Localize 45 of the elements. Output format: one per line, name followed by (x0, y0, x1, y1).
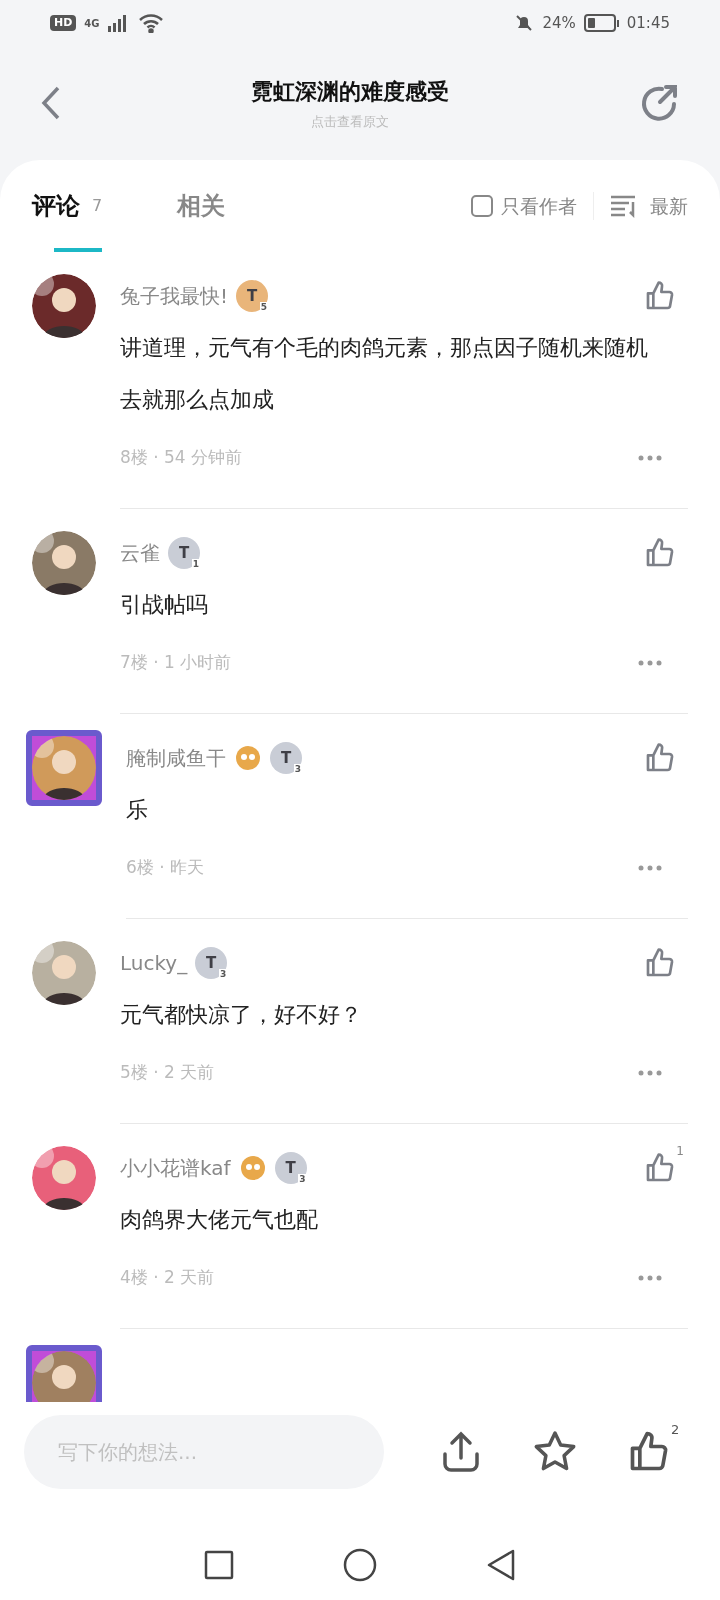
comment-text: 乐 (126, 796, 149, 824)
clock: 01:45 (626, 12, 670, 34)
tab[interactable]: 评论 7 (32, 160, 177, 252)
comment-meta: 8楼 · 54 分钟前 (120, 446, 243, 470)
more-icon[interactable] (638, 1275, 662, 1281)
like-count: 2 (671, 1421, 680, 1439)
username[interactable]: 兔子我最快! (120, 281, 229, 311)
more-icon[interactable] (638, 660, 662, 666)
sort-icon (610, 194, 638, 218)
comment-meta: 6楼 · 昨天 (126, 856, 205, 880)
comment-text: 引战帖吗 (120, 591, 209, 619)
home-icon[interactable] (343, 1548, 377, 1582)
battery-icon (583, 14, 619, 32)
thumbs-up-icon[interactable] (644, 537, 676, 569)
like-count: 1 (676, 1143, 684, 1160)
thumbs-up-icon[interactable] (644, 947, 676, 979)
username[interactable]: Lucky_ (120, 948, 188, 978)
hd-indicator: HD (50, 14, 77, 32)
more-icon[interactable] (638, 865, 662, 871)
comment-meta: 4楼 · 2 天前 (120, 1266, 215, 1290)
username[interactable]: 小小花谱kaf (120, 1153, 231, 1183)
wifi-icon (137, 13, 164, 33)
tab[interactable]: 相关 (177, 160, 225, 252)
comment-text: 肉鸽界大佬元气也配 (120, 1206, 319, 1234)
post-title[interactable]: 霓虹深渊的难度感受 (251, 74, 449, 108)
back-icon[interactable] (40, 85, 62, 121)
comment-text: 讲道理，元气有个毛的肉鸽元素，那点因子随机来随机去就那么点加成 (120, 334, 649, 414)
network-label: 4G (84, 16, 100, 31)
back-nav-icon[interactable] (485, 1549, 516, 1581)
thumbs-up-icon[interactable] (644, 280, 676, 312)
thumbs-up-icon[interactable] (644, 742, 676, 774)
battery-percent: 24% (542, 12, 576, 34)
comment-meta: 5楼 · 2 天前 (120, 1061, 215, 1085)
username[interactable]: 云雀 (120, 538, 160, 568)
sticker-icon (238, 1154, 267, 1182)
more-icon[interactable] (638, 1070, 662, 1076)
more-icon[interactable] (638, 455, 662, 461)
comment-meta: 7楼 · 1 小时前 (120, 651, 232, 675)
sticker-icon (234, 744, 262, 772)
recents-icon[interactable] (204, 1550, 235, 1580)
thumbs-up-icon[interactable] (644, 1152, 676, 1184)
author-only-checkbox[interactable]: 只看作者 (471, 191, 594, 221)
username[interactable]: 腌制咸鱼干 (126, 743, 226, 773)
sort-button[interactable]: 最新 (594, 191, 688, 221)
comment-text: 元气都快凉了，好不好？ (120, 1001, 363, 1029)
